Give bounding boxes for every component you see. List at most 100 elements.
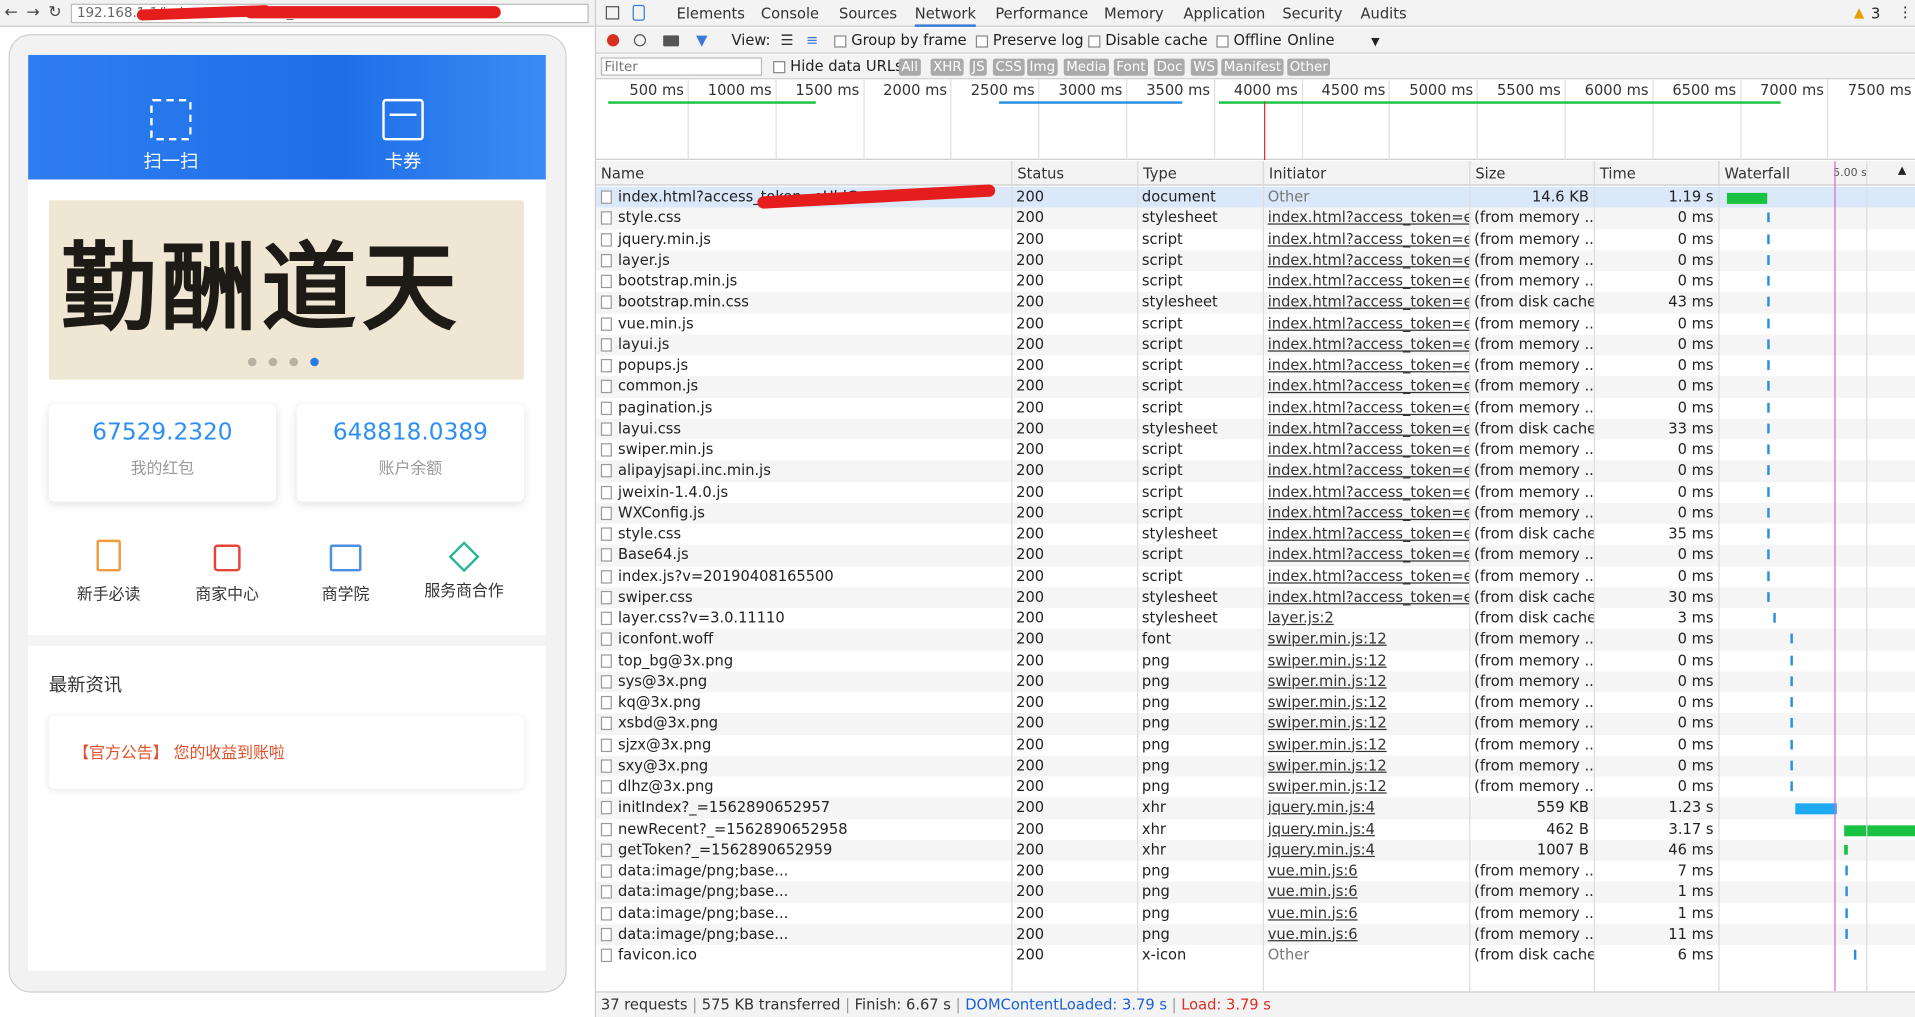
table-row[interactable]: style.css 200 stylesheet index.html?access_… [595,207,1915,229]
column-divider[interactable] [1011,161,1013,992]
request-initiator[interactable]: index.html?access_token=e... [1263,271,1470,292]
request-initiator[interactable]: vue.min.js:6 [1263,903,1469,924]
checkbox[interactable] [773,60,786,73]
menu-merchant-center[interactable]: 商家中心 [178,540,276,604]
menu-beginners-guide[interactable]: 新手必读 [60,539,158,604]
request-initiator[interactable]: swiper.min.js:12 [1263,629,1469,650]
filter-icon[interactable]: ▼ [696,32,707,49]
table-row[interactable]: index.js?v=20190408165500 200 script index.… [596,566,1915,587]
table-row[interactable]: initIndex?_=1562890652957 200 xhr jquery.mi… [595,797,1915,819]
table-row[interactable]: kq@3x.png 200 png swiper.min.js:12 (from mem… [596,692,1915,713]
column-divider[interactable] [1137,161,1139,992]
request-initiator[interactable]: index.html?access_token=e... [1263,250,1470,271]
reload-icon[interactable]: ↻ [44,0,66,26]
request-initiator[interactable]: swiper.min.js:12 [1263,734,1469,755]
tab-console[interactable]: Console [761,0,819,27]
tab-network[interactable]: Network [914,0,976,27]
request-initiator[interactable]: index.html?access_token=e... [1263,461,1470,482]
request-initiator[interactable]: swiper.min.js:12 [1263,650,1469,671]
filter-type-css[interactable]: CSS [992,58,1025,76]
request-initiator[interactable]: index.html?access_token=e... [1263,440,1470,461]
request-initiator[interactable]: index.html?access_token=e... [1263,566,1470,587]
carousel-dot-active[interactable] [310,357,319,367]
news-item[interactable]: 【官方公告】 您的收益到账啦 [48,715,524,789]
hide-data-urls-toggle[interactable]: Hide data URLs [773,57,903,74]
filter-type-js[interactable]: JS [969,58,988,76]
throttle-select[interactable]: Online ▼ [1287,32,1379,49]
filter-type-other[interactable]: Other [1287,58,1331,76]
request-initiator[interactable]: index.html?access_token=e... [1263,503,1470,524]
column-divider[interactable] [1718,161,1720,992]
checkbox[interactable] [975,34,989,48]
column-waterfall[interactable]: Waterfall [1718,161,1915,186]
table-row[interactable]: jquery.min.js 200 script index.html?access_… [596,229,1915,250]
column-size[interactable]: Size [1469,161,1594,186]
table-row[interactable]: dlhz@3x.png 200 png swiper.min.js:12 (from m… [596,776,1915,797]
carousel-dot[interactable] [268,357,278,367]
table-row[interactable]: top_bg@3x.png 200 png swiper.min.js:12 (from… [596,650,1915,671]
checkbox[interactable] [1088,34,1101,48]
tab-performance[interactable]: Performance [995,0,1088,27]
table-row[interactable]: vue.min.js 200 script index.html?access_tok… [596,313,1915,334]
network-overview[interactable]: 500 ms 1000 ms 1500 ms 2000 ms 2500 ms 3000 m… [595,79,1915,160]
large-rows-icon[interactable]: ☰ [780,32,793,49]
inspect-element-icon[interactable] [605,6,620,20]
warning-icon[interactable]: ▲ [1854,5,1864,21]
offline-toggle[interactable]: Offline [1216,32,1282,49]
request-initiator[interactable]: swiper.min.js:12 [1263,713,1469,734]
request-initiator[interactable]: index.html?access_token=e... [1263,229,1470,250]
column-divider[interactable] [1469,161,1471,992]
tab-elements[interactable]: Elements [677,0,745,27]
back-icon[interactable]: ← [0,0,22,26]
column-type[interactable]: Type [1137,161,1263,186]
disable-cache-toggle[interactable]: Disable cache [1088,32,1208,49]
request-initiator[interactable]: Other [1263,187,1469,208]
filter-type-xhr[interactable]: XHR [930,58,965,76]
column-name[interactable]: Name [596,161,1011,185]
tab-sources[interactable]: Sources [839,0,897,27]
filter-type-font[interactable]: Font [1113,58,1148,76]
table-row[interactable]: data:image/png;base... 200 png vue.min.js:6… [595,881,1915,903]
filter-type-img[interactable]: Img [1027,58,1058,76]
request-initiator[interactable]: index.html?access_token=e... [1263,482,1470,503]
table-row[interactable]: layer.js 200 script index.html?access_token… [595,249,1915,272]
tab-memory[interactable]: Memory [1104,0,1164,27]
card-voucher-button[interactable]: 卡券 [348,98,458,173]
request-initiator[interactable]: layer.js:2 [1263,608,1469,629]
table-row[interactable]: pagination.js 200 script index.html?access_… [596,397,1915,418]
filter-type-all[interactable]: All [898,58,921,76]
column-divider[interactable] [1593,161,1596,992]
request-initiator[interactable]: swiper.min.js:12 [1263,776,1469,797]
request-initiator[interactable]: jquery.min.js:4 [1263,840,1469,861]
request-initiator[interactable]: jquery.min.js:4 [1263,798,1469,819]
table-row[interactable]: layui.css 200 stylesheet index.html?access_… [595,418,1915,440]
filter-input[interactable] [600,57,763,76]
table-row[interactable]: swiper.css 200 stylesheet index.html?access… [595,586,1915,609]
tab-application[interactable]: Application [1183,0,1265,27]
scan-button[interactable]: 扫一扫 [116,98,226,173]
menu-business-school[interactable]: 商学院 [297,540,395,604]
request-initiator[interactable]: vue.min.js:6 [1263,861,1469,882]
request-initiator[interactable]: swiper.min.js:12 [1263,671,1469,692]
table-row[interactable]: data:image/png;base... 200 png vue.min.js:6… [596,861,1915,882]
filter-type-ws[interactable]: WS [1190,58,1218,76]
table-row[interactable]: layer.css?v=3.0.11110 200 stylesheet layer.… [596,608,1915,629]
more-menu-icon[interactable]: ⋮ [1898,4,1913,21]
table-row[interactable]: getToken?_=1562890652959 200 xhr jquery.min… [595,839,1915,861]
balance-card[interactable]: 648818.0389 账户余额 [296,404,524,502]
carousel-dot[interactable] [289,357,298,367]
filter-type-manifest[interactable]: Manifest [1221,58,1284,76]
screenshot-icon[interactable] [663,35,680,47]
table-row[interactable]: style.css 200 stylesheet index.html?access_… [596,524,1915,545]
request-initiator[interactable]: swiper.min.js:12 [1263,755,1469,776]
tab-audits[interactable]: Audits [1361,0,1407,27]
table-row[interactable]: layui.js 200 script index.html?access_token… [595,334,1915,356]
request-initiator[interactable]: index.html?access_token=e... [1263,313,1470,334]
table-row[interactable]: WXConfig.js 200 script index.html?access_to… [595,502,1915,524]
table-row[interactable]: sjzx@3x.png 200 png swiper.min.js:12 (from m… [596,734,1915,755]
table-row[interactable]: favicon.ico 200 x-icon Other (from disk cach… [596,945,1915,966]
table-row[interactable]: data:image/png;base... 200 png vue.min.js:6… [595,923,1915,945]
column-status[interactable]: Status [1011,161,1137,186]
request-initiator[interactable]: vue.min.js:6 [1263,882,1469,903]
table-row[interactable]: sxy@3x.png 200 png swiper.min.js:12 (from me… [595,755,1915,777]
